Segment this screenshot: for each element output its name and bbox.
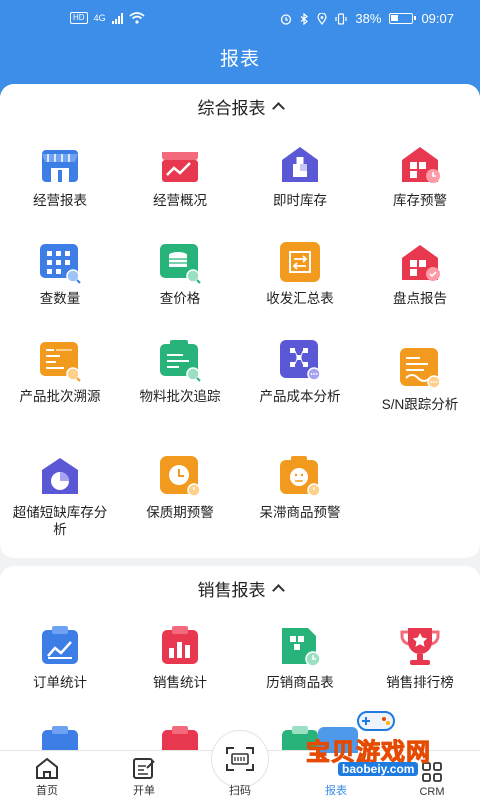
report-item-material-track[interactable]: 物料批次追踪 [120, 338, 240, 405]
report-item-cost-analysis[interactable]: 产品成本分析 [240, 338, 360, 405]
alarm-icon [281, 13, 292, 25]
report-item-overstock-analysis[interactable]: 超储短缺库存分析 [0, 454, 120, 538]
warehouse-boxes-icon [278, 142, 322, 186]
report-item-inventory-report[interactable]: 盘点报告 [360, 240, 480, 307]
nav-label: 首页 [36, 785, 58, 797]
report-item-business-overview[interactable]: 经营概况 [120, 142, 240, 209]
nav-label: CRM [419, 786, 445, 798]
report-item-partial[interactable] [0, 724, 120, 750]
report-item-label: 查价格 [159, 291, 201, 306]
section-title: 销售报表 [197, 580, 266, 600]
report-item-transfer-summary[interactable]: 收发汇总表 [240, 240, 360, 307]
report-item-stagnant-alert[interactable]: 呆滞商品预警 [240, 454, 360, 521]
clock-time: 09:07 [421, 11, 454, 26]
coins-search-icon [158, 240, 202, 284]
report-item-label: 销售统计 [153, 675, 207, 690]
section-header-sales[interactable]: 销售报表 [0, 566, 480, 610]
comprehensive-report-card: 综合报表 经营报表 经营概况 即时库存 库存预警 查数量 查价格 收发汇总表 盘… [0, 84, 480, 558]
material-track-icon [158, 338, 202, 382]
grid-search-icon [38, 240, 82, 284]
report-item-label: 收发汇总表 [266, 291, 334, 306]
batch-trace-icon [38, 338, 82, 382]
report-item-sales-history[interactable]: 历销商品表 [240, 624, 360, 691]
report-item-business-report[interactable]: 经营报表 [0, 142, 120, 209]
stock-pie-icon [38, 454, 82, 498]
nav-label: 扫码 [229, 785, 251, 797]
network-indicators: HD 4G [70, 12, 145, 24]
system-indicators: 38% 09:07 [280, 11, 454, 26]
report-item-sales-ranking[interactable]: 销售排行榜 [360, 624, 480, 691]
report-item-label: 产品批次溯源 [19, 389, 101, 404]
battery-percent: 38% [355, 11, 382, 26]
report-item-stock-alert[interactable]: 库存预警 [360, 142, 480, 209]
report-item-realtime-stock[interactable]: 即时库存 [240, 142, 360, 209]
report-item-label: 盘点报告 [393, 291, 447, 306]
report-item-label: 超储短缺库存分析 [12, 505, 108, 537]
report-item-label: S/N跟踪分析 [381, 397, 459, 412]
report-item-label: 物料批次追踪 [139, 389, 221, 404]
signal-icon [111, 12, 123, 24]
wifi-icon [129, 12, 145, 24]
stagnant-goods-icon [278, 454, 322, 498]
report-item-order-stats[interactable]: 订单统计 [0, 624, 120, 691]
home-icon [36, 757, 58, 779]
money-bag-icon [38, 724, 82, 750]
storefront-icon [38, 142, 82, 186]
report-item-label: 销售排行榜 [386, 675, 454, 690]
nav-scan[interactable]: 扫码 [210, 754, 270, 798]
report-item-label: 即时库存 [273, 193, 327, 208]
report-item-check-price[interactable]: 查价格 [120, 240, 240, 307]
vibrate-icon [335, 12, 348, 25]
chevron-up-icon [271, 102, 285, 115]
battery-icon [389, 13, 417, 24]
status-bar: HD 4G 38% 09:07 [0, 0, 480, 40]
report-item-label: 历销商品表 [266, 675, 334, 690]
shelf-life-clock-icon [158, 454, 202, 498]
transfer-summary-icon [278, 240, 322, 284]
report-item-check-quantity[interactable]: 查数量 [0, 240, 120, 307]
nav-home[interactable]: 首页 [17, 754, 77, 798]
sales-history-icon [278, 624, 322, 668]
hd-badge: HD [70, 12, 88, 24]
order-edit-icon [133, 758, 155, 779]
report-item-label: 呆滞商品预警 [259, 505, 341, 520]
order-stats-icon [38, 624, 82, 668]
section-header-comprehensive[interactable]: 综合报表 [0, 84, 480, 128]
report-item-label: 经营报表 [33, 193, 87, 208]
nav-label: 报表 [325, 785, 347, 797]
cost-analysis-icon [278, 338, 322, 382]
site-watermark: 宝贝游戏网 baobeiy.com [304, 706, 454, 776]
report-item-sales-stats[interactable]: 销售统计 [120, 624, 240, 691]
chart-board-icon [158, 724, 202, 750]
report-item-label: 经营概况 [153, 193, 207, 208]
report-item-label: 查数量 [39, 291, 81, 306]
watermark-url: baobeiy.com [338, 762, 419, 776]
report-item-label: 订单统计 [33, 675, 87, 690]
chevron-up-icon [271, 584, 285, 597]
network-type: 4G [93, 13, 106, 23]
report-item-label: 产品成本分析 [259, 389, 341, 404]
warehouse-alert-icon [398, 142, 442, 186]
page-title: 报表 [219, 49, 260, 70]
shop-trend-icon [158, 142, 202, 186]
report-item-serial-track[interactable]: S/N跟踪分析 [360, 346, 480, 413]
report-item-label: 库存预警 [393, 193, 447, 208]
nav-label: 开单 [133, 785, 155, 797]
bluetooth-icon [301, 12, 309, 25]
nav-create-order[interactable]: 开单 [114, 754, 174, 798]
gamepad-icon [357, 711, 395, 731]
location-icon [317, 12, 328, 25]
report-content: 综合报表 经营报表 经营概况 即时库存 库存预警 查数量 查价格 收发汇总表 盘… [0, 84, 480, 750]
report-item-batch-trace[interactable]: 产品批次溯源 [0, 338, 120, 405]
section-title: 综合报表 [197, 98, 266, 118]
inventory-check-icon [398, 240, 442, 284]
report-item-shelf-life-alert[interactable]: 保质期预警 [120, 454, 240, 521]
trophy-icon [398, 624, 442, 668]
report-item-label: 保质期预警 [146, 505, 214, 520]
serial-track-icon [398, 346, 442, 390]
sales-stats-icon [158, 624, 202, 668]
